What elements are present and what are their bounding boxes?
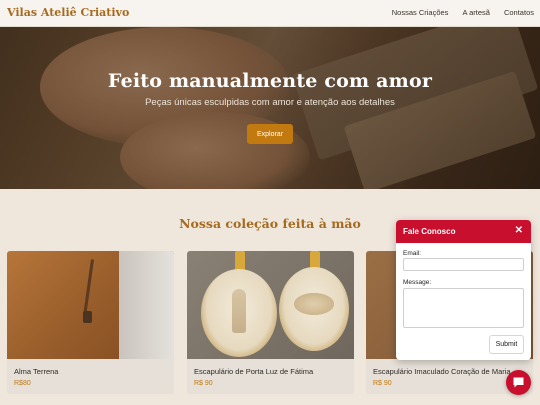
product-price: R$ 90 — [194, 380, 213, 387]
medal-dove-figure — [294, 293, 334, 315]
explore-button[interactable]: Explorar — [247, 124, 293, 144]
product-card[interactable]: Alma Terrena R$80 — [7, 251, 174, 394]
submit-button[interactable]: Submit — [489, 335, 524, 354]
contact-widget-header: Fale Conosco ✕ — [396, 220, 531, 243]
product-name: Alma Terrena — [14, 367, 59, 376]
email-field[interactable] — [403, 258, 524, 271]
top-navbar: Vilas Ateliê Criativo Nossas Criações A … — [0, 0, 540, 27]
main-nav: Nossas Criações A artesã Contatos — [392, 8, 534, 17]
product-name: Escapulário Imaculado Coração de Maria — [373, 367, 511, 376]
product-image-cord — [82, 259, 95, 317]
product-image — [7, 251, 174, 359]
message-label: Message: — [403, 279, 432, 286]
product-price: R$80 — [14, 380, 31, 387]
medal-virgin-figure — [232, 289, 246, 333]
product-image-pendant — [83, 311, 92, 323]
nav-link-creations[interactable]: Nossas Criações — [392, 8, 449, 17]
hero-overlay — [0, 27, 540, 189]
product-card[interactable]: Escapulário de Porta Luz de Fátima R$ 90 — [187, 251, 354, 394]
product-image-cloth — [119, 251, 174, 359]
hero-title: Feito manualmente com amor — [107, 70, 433, 92]
chat-bubble-icon — [513, 377, 524, 388]
hero-subtitle: Peças únicas esculpidas com amor e atenç… — [145, 97, 395, 108]
brand-logo[interactable]: Vilas Ateliê Criativo — [7, 6, 129, 19]
nav-link-contacts[interactable]: Contatos — [504, 8, 534, 17]
contact-widget: Fale Conosco ✕ Email: Message: Submit — [396, 220, 531, 360]
product-name: Escapulário de Porta Luz de Fátima — [194, 367, 314, 376]
contact-widget-title: Fale Conosco — [403, 227, 456, 236]
close-icon[interactable]: ✕ — [515, 225, 523, 236]
hero-banner: Feito manualmente com amor Peças únicas … — [0, 27, 540, 189]
message-field[interactable] — [403, 288, 524, 328]
nav-link-artisan[interactable]: A artesã — [462, 8, 490, 17]
chat-button[interactable] — [506, 370, 531, 395]
product-price: R$ 90 — [373, 380, 392, 387]
product-image — [187, 251, 354, 359]
email-label: Email: — [403, 250, 422, 257]
